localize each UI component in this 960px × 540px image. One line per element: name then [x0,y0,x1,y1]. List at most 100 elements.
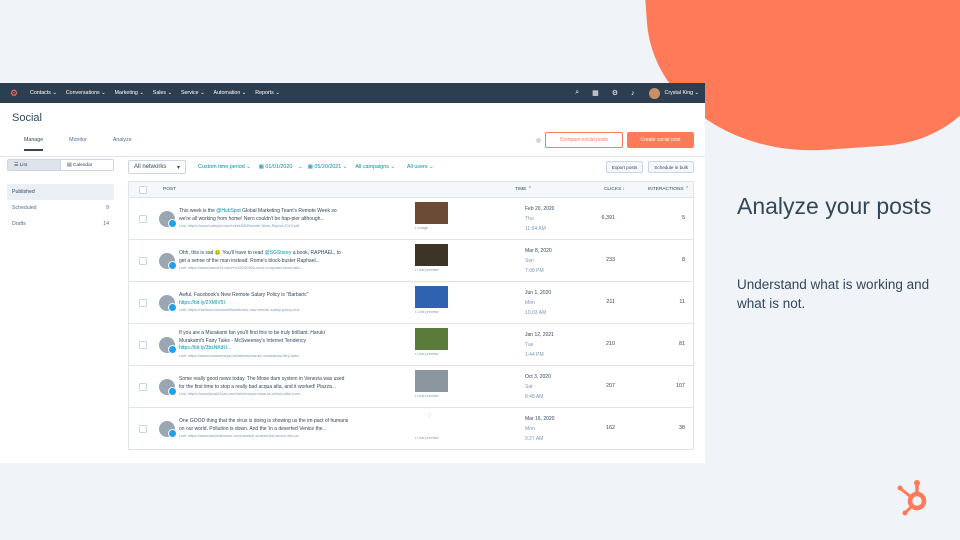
nav-automation[interactable]: Automation ⌄ [214,90,247,96]
table-row[interactable]: Ohh, this is sad 😢 You'll have to read @… [128,240,694,282]
post-mention[interactable]: @SGStorey [265,250,292,256]
users-dropdown[interactable]: All users ⌄ [407,164,434,170]
list-view-button[interactable]: ☰ List [8,160,61,170]
account-avatar [159,336,177,354]
post-url[interactable]: Link: https://www.ilpost24ore.com/old/ve… [179,391,349,397]
nav-marketing[interactable]: Marketing ⌄ [115,90,144,96]
schedule-bulk-button[interactable]: Schedule in bulk [648,161,694,173]
post-body: If you are a Murakami fan you'll find th… [179,330,325,344]
media-label: ▪ Link preview [415,310,455,314]
row-checkbox[interactable] [139,256,147,265]
column-interactions[interactable]: INTERACTIONS ⌃ [625,187,689,192]
column-clicks[interactable]: CLICKS ↓ [573,187,625,192]
post-thumbnail[interactable] [415,328,448,350]
post-date: Oct 3, 2020 [525,374,551,380]
date-to-picker[interactable]: ▦ 05/20/2021 ⌄ [308,164,348,170]
nav-contacts[interactable]: Contacts ⌄ [30,90,57,96]
nav-sales[interactable]: Sales ⌄ [153,90,172,96]
media-label: ▪ Link preview [415,394,455,398]
compare-posts-button[interactable]: Compare social posts [545,132,623,148]
sidebar-item-drafts[interactable]: Drafts 14 [7,216,114,232]
post-clock: 9:27 AM [525,436,544,442]
calendar-view-button[interactable]: ▤ Calendar [61,160,113,170]
view-toggle: ☰ List ▤ Calendar [7,159,114,171]
post-thumbnail[interactable] [415,202,448,224]
row-checkbox[interactable] [139,214,147,223]
post-body: Some really good news today. The Mose da… [179,375,345,390]
column-post: POST [163,187,177,192]
post-body: One GOOD thing that the virus is doing i… [179,417,349,432]
post-url[interactable]: Link: https://www.hubspot.com/hubfs/55/R… [179,223,349,229]
table-row[interactable]: Awful. Facebook's New Remote Salary Poli… [128,282,694,324]
post-thumbnail[interactable] [415,370,448,392]
select-all-checkbox[interactable] [139,185,147,194]
networks-value: All networks [134,164,167,170]
post-url[interactable]: Link: https://www.france24.com/en/202003… [179,265,349,271]
column-time[interactable]: TIME ⌃ [515,187,573,192]
nav-reports[interactable]: Reports ⌄ [255,90,279,96]
post-thumbnail[interactable] [415,244,448,266]
time-period-dropdown[interactable]: Custom time period ⌄ [198,164,251,170]
sidebar-item-published[interactable]: Published [7,184,114,200]
marketplace-icon[interactable]: ▦ [592,89,599,97]
table-header: POST TIME ⌃ CLICKS ↓ INTERACTIONS ⌃ [128,181,694,198]
post-date: Mar 8, 2020 [525,248,552,254]
post-text: Ohh, this is sad 😢 You'll have to read @… [179,250,349,271]
table-row[interactable]: Some really good news today. The Mose da… [128,366,694,408]
post-time: Feb 20, 2020 Thu 11:54 AM [525,204,554,234]
post-url[interactable]: Link: https://medium.com/swlh/facebooks-… [179,307,349,313]
user-menu[interactable]: Crystal King ⌄ [665,90,699,96]
post-body: This week is the [179,207,217,214]
post-mention[interactable]: @HubSpot [216,208,241,214]
post-url[interactable]: Link: https://www.wantedinrome.com/news/… [179,433,349,439]
row-checkbox[interactable] [139,298,147,307]
post-clock: 8:48 AM [525,394,544,400]
export-posts-button[interactable]: Export posts [605,161,644,173]
avatar[interactable] [648,87,660,99]
no-image-icon: ◌ [427,412,432,419]
post-thumbnail[interactable] [415,286,448,308]
table-row[interactable]: If you are a Murakami fan you'll find th… [128,324,694,366]
post-text: Awful. Facebook's New Remote Salary Poli… [179,292,349,313]
notifications-icon[interactable]: ♪ [631,90,635,97]
create-post-button[interactable]: Create social post [627,132,694,148]
media-type: Link preview [417,268,439,272]
post-time: Mar 8, 2020 Sun 7:08 PM [525,246,552,276]
media-label: ▪ Link preview [415,436,455,440]
post-text: If you are a Murakami fan you'll find th… [179,330,349,359]
account-avatar [159,210,177,228]
nav-service[interactable]: Service ⌄ [181,90,205,96]
tab-manage[interactable]: Manage [24,137,44,151]
app-window: ⚙ Contacts ⌄ Conversations ⌄ Marketing ⌄… [0,83,705,463]
sidebar-item-scheduled[interactable]: Scheduled 9 [7,200,114,216]
post-interactions: 8 [682,257,685,263]
tab-analyze[interactable]: Analyze [113,137,132,151]
post-date: Jan 12, 2021 [525,332,554,338]
caret-down-icon: ▾ [176,164,180,171]
table-row[interactable]: One GOOD thing that the virus is doing i… [128,408,694,450]
post-link[interactable]: https://bit.ly/3bsNKdU... [179,345,349,353]
post-url[interactable]: Link: https://www.mcsweeneys.net/article… [179,353,349,359]
post-time: Oct 3, 2020 Sat 8:48 AM [525,372,551,402]
posts-table: POST TIME ⌃ CLICKS ↓ INTERACTIONS ⌃ This… [128,181,694,456]
post-time: Jun 1, 2020 Mon 10:03 AM [525,288,551,318]
networks-dropdown[interactable]: All networks ▾ [128,160,186,174]
post-body: Awful. Facebook's New Remote Salary Poli… [179,291,309,298]
filter-bar: All networks ▾ Custom time period ⌄ ▦ 01/… [128,159,694,175]
table-row[interactable]: This week is the @HubSpot Global Marketi… [128,198,694,240]
post-link[interactable]: https://bit.ly/2XMIV5I [179,300,349,308]
account-avatar [159,294,177,312]
campaign-dropdown[interactable]: All campaigns ⌄ [355,164,395,170]
date-from-picker[interactable]: ▦ 01/01/2020 [259,164,293,170]
hubspot-logo-icon[interactable]: ⚙ [10,88,20,98]
post-date: Feb 20, 2020 [525,206,555,212]
post-interactions: 81 [679,341,685,347]
settings-icon[interactable]: ⚙ [612,89,618,97]
row-checkbox[interactable] [139,424,147,433]
nav-conversations[interactable]: Conversations ⌄ [66,90,106,96]
post-media: ◌ ▪ Link preview [415,412,455,440]
tab-monitor[interactable]: Monitor [69,137,87,151]
row-checkbox[interactable] [139,382,147,391]
search-icon[interactable]: ⌕ [575,89,579,97]
row-checkbox[interactable] [139,340,147,349]
